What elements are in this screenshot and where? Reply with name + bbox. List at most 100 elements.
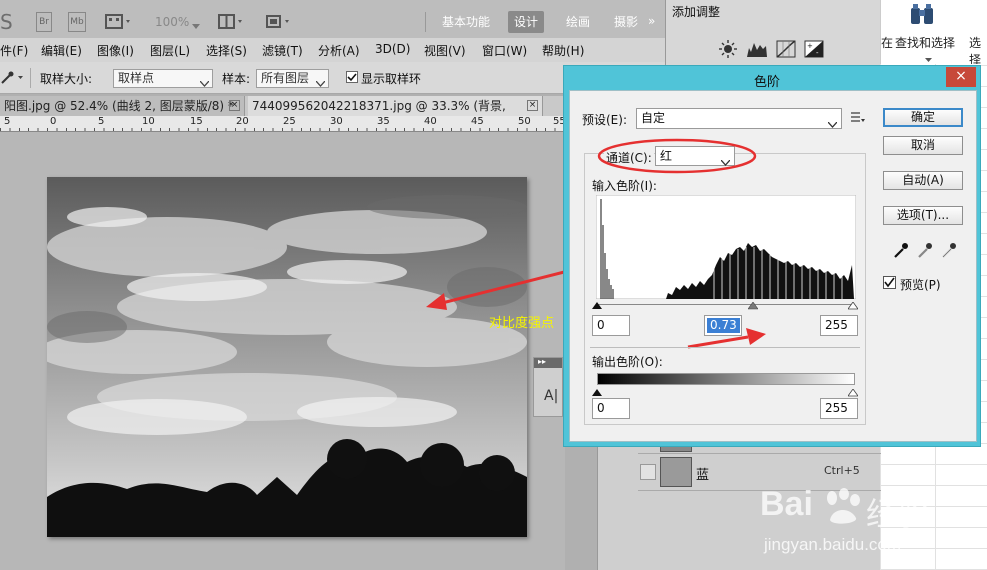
ruler-label: 35: [377, 116, 390, 127]
annotation-arrow-right: [687, 328, 766, 349]
sample-size-select[interactable]: 取样点: [113, 69, 213, 88]
doc-tab-2[interactable]: 744099562042218371.jpg @ 33.3% (背景, 红/8)…: [248, 96, 543, 133]
adjustments-panel-title: 添加调整: [672, 5, 721, 19]
ruler-label: 50: [518, 116, 531, 127]
character-panel-icon[interactable]: A|: [544, 388, 558, 404]
input-white-handle[interactable]: [847, 299, 859, 313]
output-black-field[interactable]: 0: [592, 398, 630, 419]
preset-value: 自定: [641, 111, 666, 125]
sample-value: 所有图层: [261, 71, 310, 85]
view-extras-icon[interactable]: [104, 12, 134, 32]
expand-icon[interactable]: ▸▸: [538, 357, 546, 366]
input-gamma-handle[interactable]: [747, 299, 759, 313]
workspace-tab-photography[interactable]: 摄影: [608, 11, 644, 33]
menu-edit[interactable]: 编辑(E): [41, 42, 82, 59]
channel-name: 蓝: [696, 468, 710, 483]
input-black-field[interactable]: 0: [592, 315, 630, 336]
workspace-tab-painting[interactable]: 绘画: [560, 11, 596, 33]
watermark-brand: Bai: [760, 485, 813, 523]
ruler-label: 30: [330, 116, 343, 127]
input-levels-label: 输入色阶(I):: [592, 179, 657, 193]
menu-select[interactable]: 选择(S): [206, 42, 247, 59]
watermark-brand-2: 经验: [866, 495, 931, 533]
visibility-toggle[interactable]: [640, 464, 656, 480]
ruler-label: 5: [4, 116, 11, 127]
horizontal-ruler: 5 0 5 10 15 20 25 30 35 40 45 50 55: [0, 116, 566, 132]
ribbon-partial-text: 在: [881, 36, 894, 50]
menu-help[interactable]: 帮助(H): [542, 42, 584, 59]
levels-icon[interactable]: [746, 40, 768, 61]
menu-view[interactable]: 视图(V): [424, 42, 466, 59]
show-ring-checkbox[interactable]: [346, 71, 358, 83]
menu-image[interactable]: 图像(I): [97, 42, 134, 59]
preview-checkbox[interactable]: [883, 276, 896, 289]
cancel-button[interactable]: 取消: [883, 136, 963, 155]
svg-text:+: +: [807, 42, 813, 50]
doc-tab-1[interactable]: 阳图.jpg @ 52.4% (曲线 2, 图层蒙版/8) * ×: [0, 96, 245, 116]
divider: [590, 347, 860, 348]
collapsed-panel-header[interactable]: ▸▸: [534, 357, 562, 368]
baidu-watermark: Bai 经验 jingyan.baidu.com: [760, 485, 980, 565]
sample-select[interactable]: 所有图层: [256, 69, 329, 88]
close-icon[interactable]: ×: [229, 100, 240, 111]
paw-icon: [822, 488, 862, 529]
binoculars-icon[interactable]: [909, 2, 935, 31]
auto-button[interactable]: 自动(A): [883, 171, 963, 190]
zoom-dropdown-icon[interactable]: [192, 19, 200, 33]
output-gradient: [597, 373, 855, 385]
ok-button[interactable]: 确定: [883, 108, 963, 127]
preset-menu-icon[interactable]: [851, 111, 865, 126]
photoshop-logo: S: [0, 10, 13, 34]
adjustments-panel: 添加调整 + -: [665, 0, 880, 66]
menu-filter[interactable]: 滤镜(T): [262, 42, 303, 59]
input-slider-track[interactable]: [597, 304, 855, 305]
sky-photo[interactable]: [47, 177, 527, 537]
screen-mode-icon[interactable]: [264, 12, 294, 32]
sample-size-label: 取样大小:: [40, 72, 93, 86]
chevron-down-icon: [315, 75, 326, 92]
workspace-tab-design[interactable]: 设计: [508, 11, 545, 33]
bridge-button[interactable]: Br: [36, 12, 52, 32]
input-white-field[interactable]: 255: [820, 315, 858, 336]
menu-window[interactable]: 窗口(W): [482, 42, 527, 59]
black-point-eyedropper-icon[interactable]: [892, 241, 910, 262]
workspace-overflow[interactable]: »: [648, 14, 655, 28]
close-button[interactable]: ×: [946, 67, 976, 87]
close-icon[interactable]: ×: [527, 100, 538, 111]
arrange-documents-icon[interactable]: [217, 12, 247, 32]
menu-analysis[interactable]: 分析(A): [318, 42, 360, 59]
options-button[interactable]: 选项(T)...: [883, 206, 963, 225]
curves-icon[interactable]: [776, 40, 796, 61]
menu-layer[interactable]: 图层(L): [150, 42, 190, 59]
gray-point-eyedropper-icon[interactable]: [916, 241, 934, 262]
dialog-title: 色阶: [754, 75, 781, 90]
workspace-tab-essentials[interactable]: 基本功能: [436, 11, 496, 33]
levels-dialog: 色阶 × 预设(E): 自定 通道(C): 红 输入色阶(I): 0 0.73 …: [563, 65, 981, 447]
brightness-icon[interactable]: [718, 40, 738, 61]
eyedropper-tool-icon[interactable]: [0, 69, 24, 88]
mini-bridge-button[interactable]: Mb: [68, 12, 86, 32]
watermark-url: jingyan.baidu.com: [764, 535, 902, 554]
excel-ribbon: 在 查找和选择 选择: [880, 0, 987, 67]
exposure-icon[interactable]: + -: [804, 40, 824, 61]
ruler-label: 20: [236, 116, 249, 127]
ruler-label: 45: [471, 116, 484, 127]
collapsed-panel[interactable]: ▸▸ A|: [533, 357, 563, 417]
menu-3d[interactable]: 3D(D): [375, 42, 410, 56]
show-ring-label: 显示取样环: [361, 72, 422, 86]
select-partial-text: 选择: [969, 36, 982, 67]
ruler-label: 10: [142, 116, 155, 127]
document-tabs: 阳图.jpg @ 52.4% (曲线 2, 图层蒙版/8) * × 744099…: [0, 96, 565, 133]
chevron-down-icon: [199, 75, 210, 92]
ruler-label: 15: [190, 116, 203, 127]
white-point-eyedropper-icon[interactable]: [940, 241, 958, 262]
input-black-handle[interactable]: [592, 299, 602, 313]
sample-label: 样本:: [222, 72, 251, 86]
output-white-field[interactable]: 255: [820, 398, 858, 419]
histogram: [596, 195, 856, 299]
zoom-level[interactable]: 100%: [155, 15, 189, 35]
find-select-button[interactable]: 查找和选择: [895, 34, 955, 51]
ruler-label: 25: [283, 116, 296, 127]
menu-file[interactable]: 件(F): [0, 42, 28, 59]
preset-select[interactable]: 自定: [636, 108, 842, 129]
